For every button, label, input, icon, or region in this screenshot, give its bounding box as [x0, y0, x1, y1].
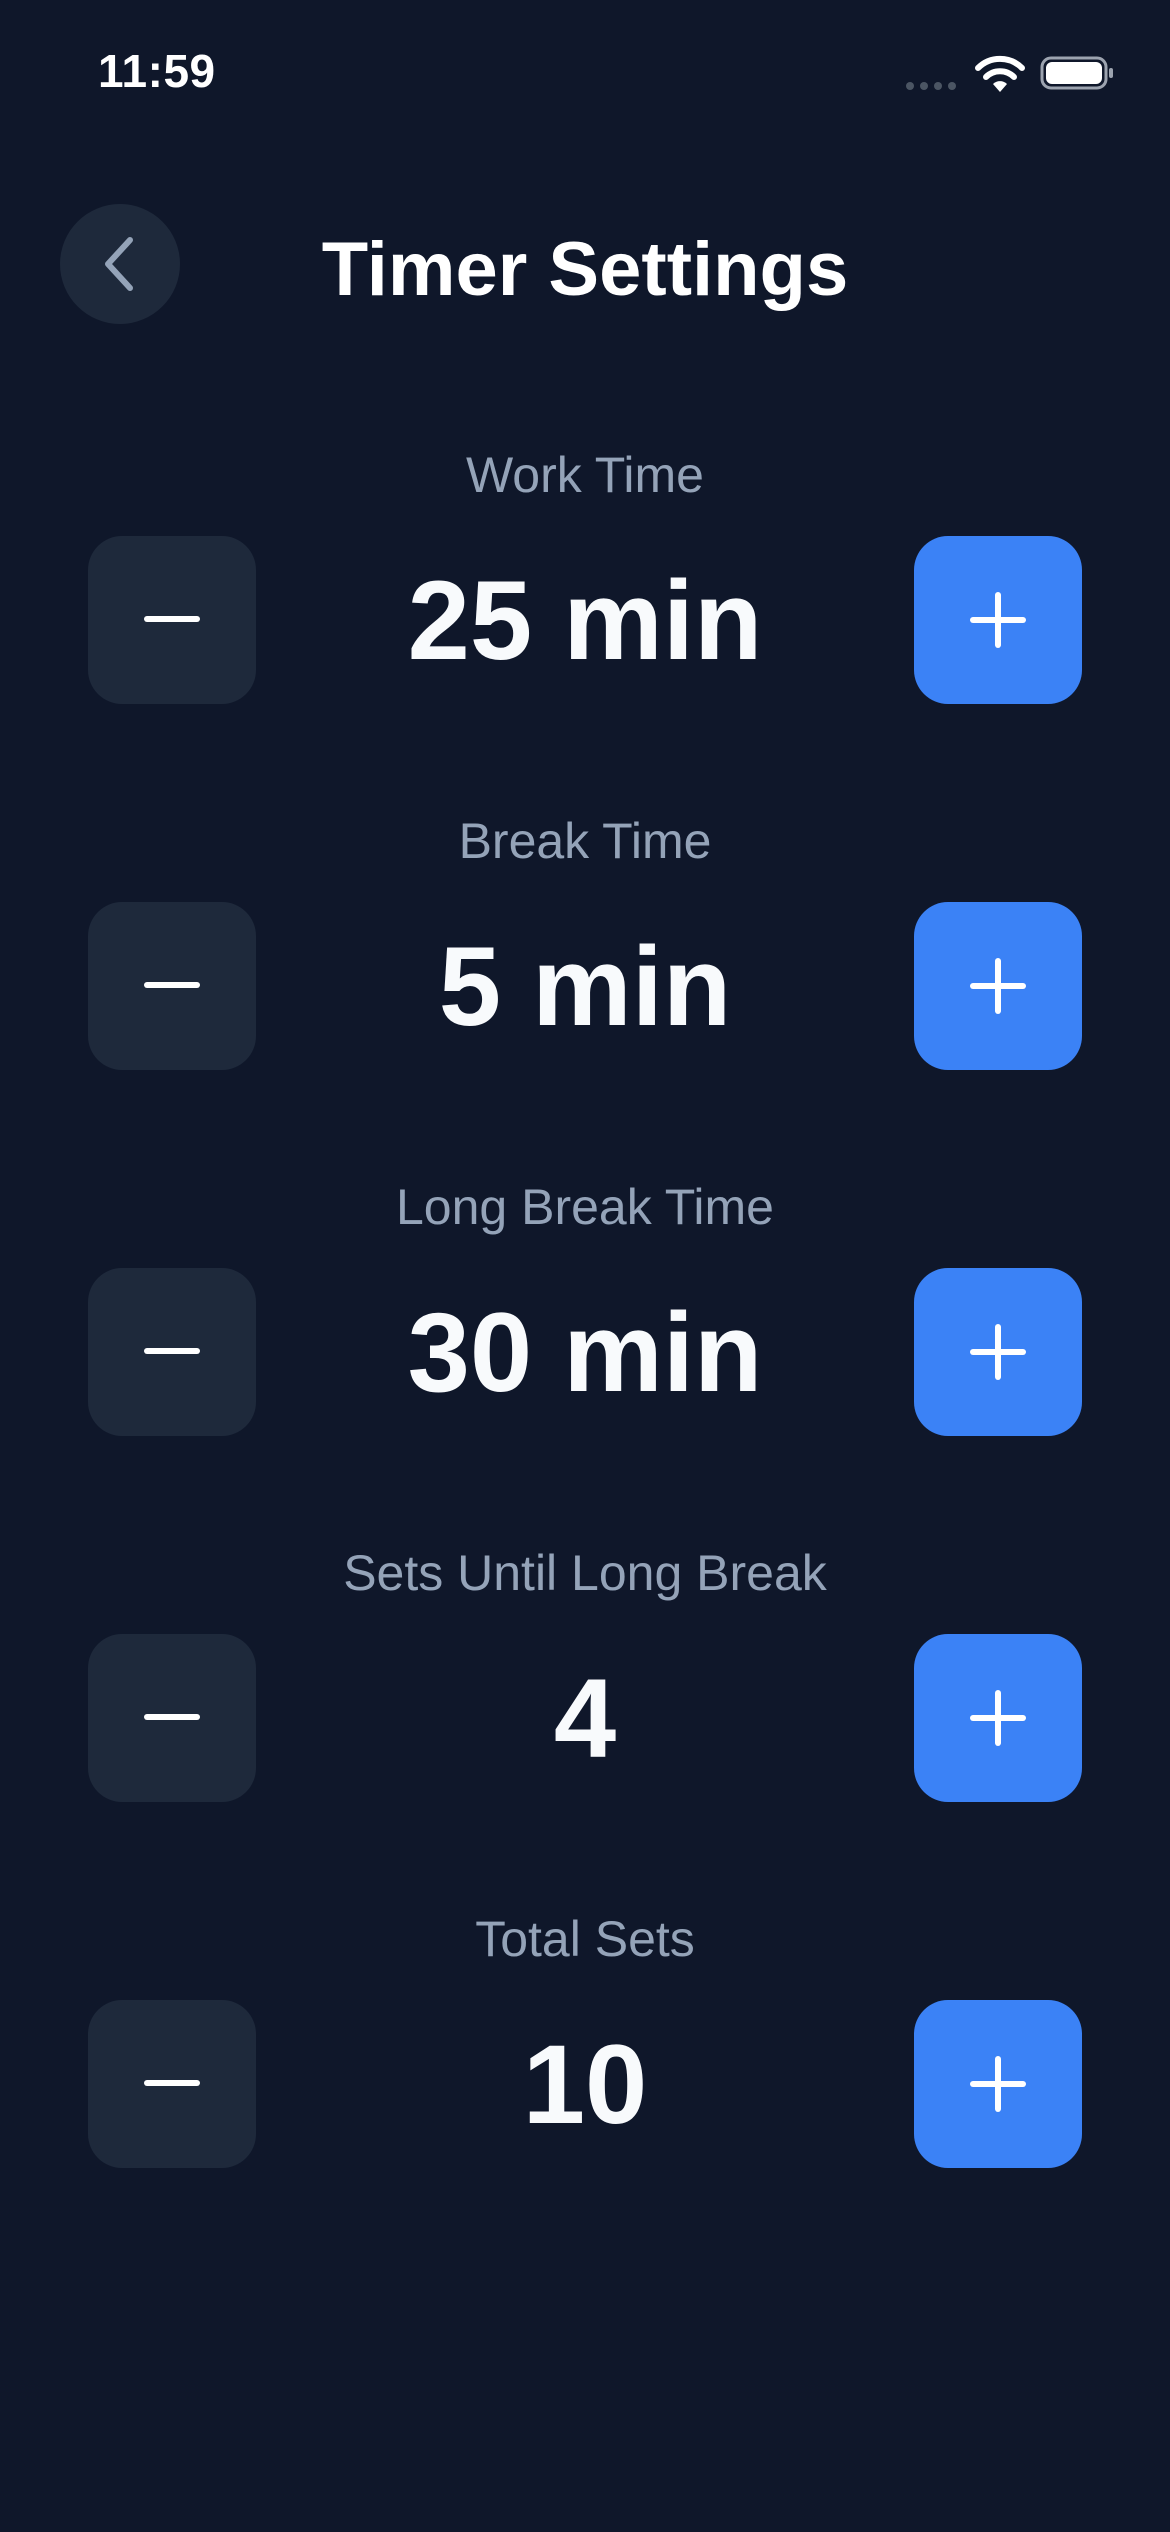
plus-icon: [970, 1690, 1026, 1746]
decrease-sets-until-long-break-button[interactable]: [88, 1634, 256, 1802]
decrease-long-break-time-button[interactable]: [88, 1268, 256, 1436]
increase-work-time-button[interactable]: [914, 536, 1082, 704]
plus-icon: [970, 958, 1026, 1014]
minus-icon: [144, 982, 200, 988]
minus-icon: [144, 1348, 200, 1354]
status-time: 11:59: [98, 45, 216, 97]
battery-icon: [1040, 56, 1113, 90]
increase-sets-until-long-break-button[interactable]: [914, 1634, 1082, 1802]
sets-until-long-break-setting: Sets Until Long Break 4: [0, 1544, 1170, 1824]
long-break-time-value: 30 min: [407, 1289, 763, 1415]
wifi-icon: [975, 55, 1025, 92]
decrease-break-time-button[interactable]: [88, 902, 256, 1070]
setting-label: Sets Until Long Break: [343, 1545, 827, 1601]
plus-icon: [970, 1324, 1026, 1380]
page-title: Timer Settings: [321, 227, 849, 312]
increase-break-time-button[interactable]: [914, 902, 1082, 1070]
minus-icon: [144, 1714, 200, 1720]
setting-label: Break Time: [458, 813, 712, 869]
setting-label: Long Break Time: [396, 1179, 774, 1235]
decrease-work-time-button[interactable]: [88, 536, 256, 704]
total-sets-setting: Total Sets 10: [0, 1910, 1170, 2190]
increase-long-break-time-button[interactable]: [914, 1268, 1082, 1436]
plus-icon: [970, 592, 1026, 648]
decrease-total-sets-button[interactable]: [88, 2000, 256, 2168]
break-time-value: 5 min: [438, 923, 732, 1049]
cellular-signal-icon: [906, 82, 956, 90]
increase-total-sets-button[interactable]: [914, 2000, 1082, 2168]
work-time-value: 25 min: [407, 557, 763, 683]
minus-icon: [144, 616, 200, 622]
status-bar: 11:59: [0, 0, 1170, 150]
work-time-setting: Work Time 25 min: [0, 446, 1170, 726]
long-break-time-setting: Long Break Time 30 min: [0, 1178, 1170, 1458]
total-sets-value: 10: [522, 2021, 648, 2147]
plus-icon: [970, 2056, 1026, 2112]
setting-label: Work Time: [466, 447, 704, 503]
break-time-setting: Break Time 5 min: [0, 812, 1170, 1092]
minus-icon: [144, 2080, 200, 2086]
sets-until-long-break-value: 4: [553, 1655, 617, 1781]
setting-label: Total Sets: [475, 1911, 695, 1967]
